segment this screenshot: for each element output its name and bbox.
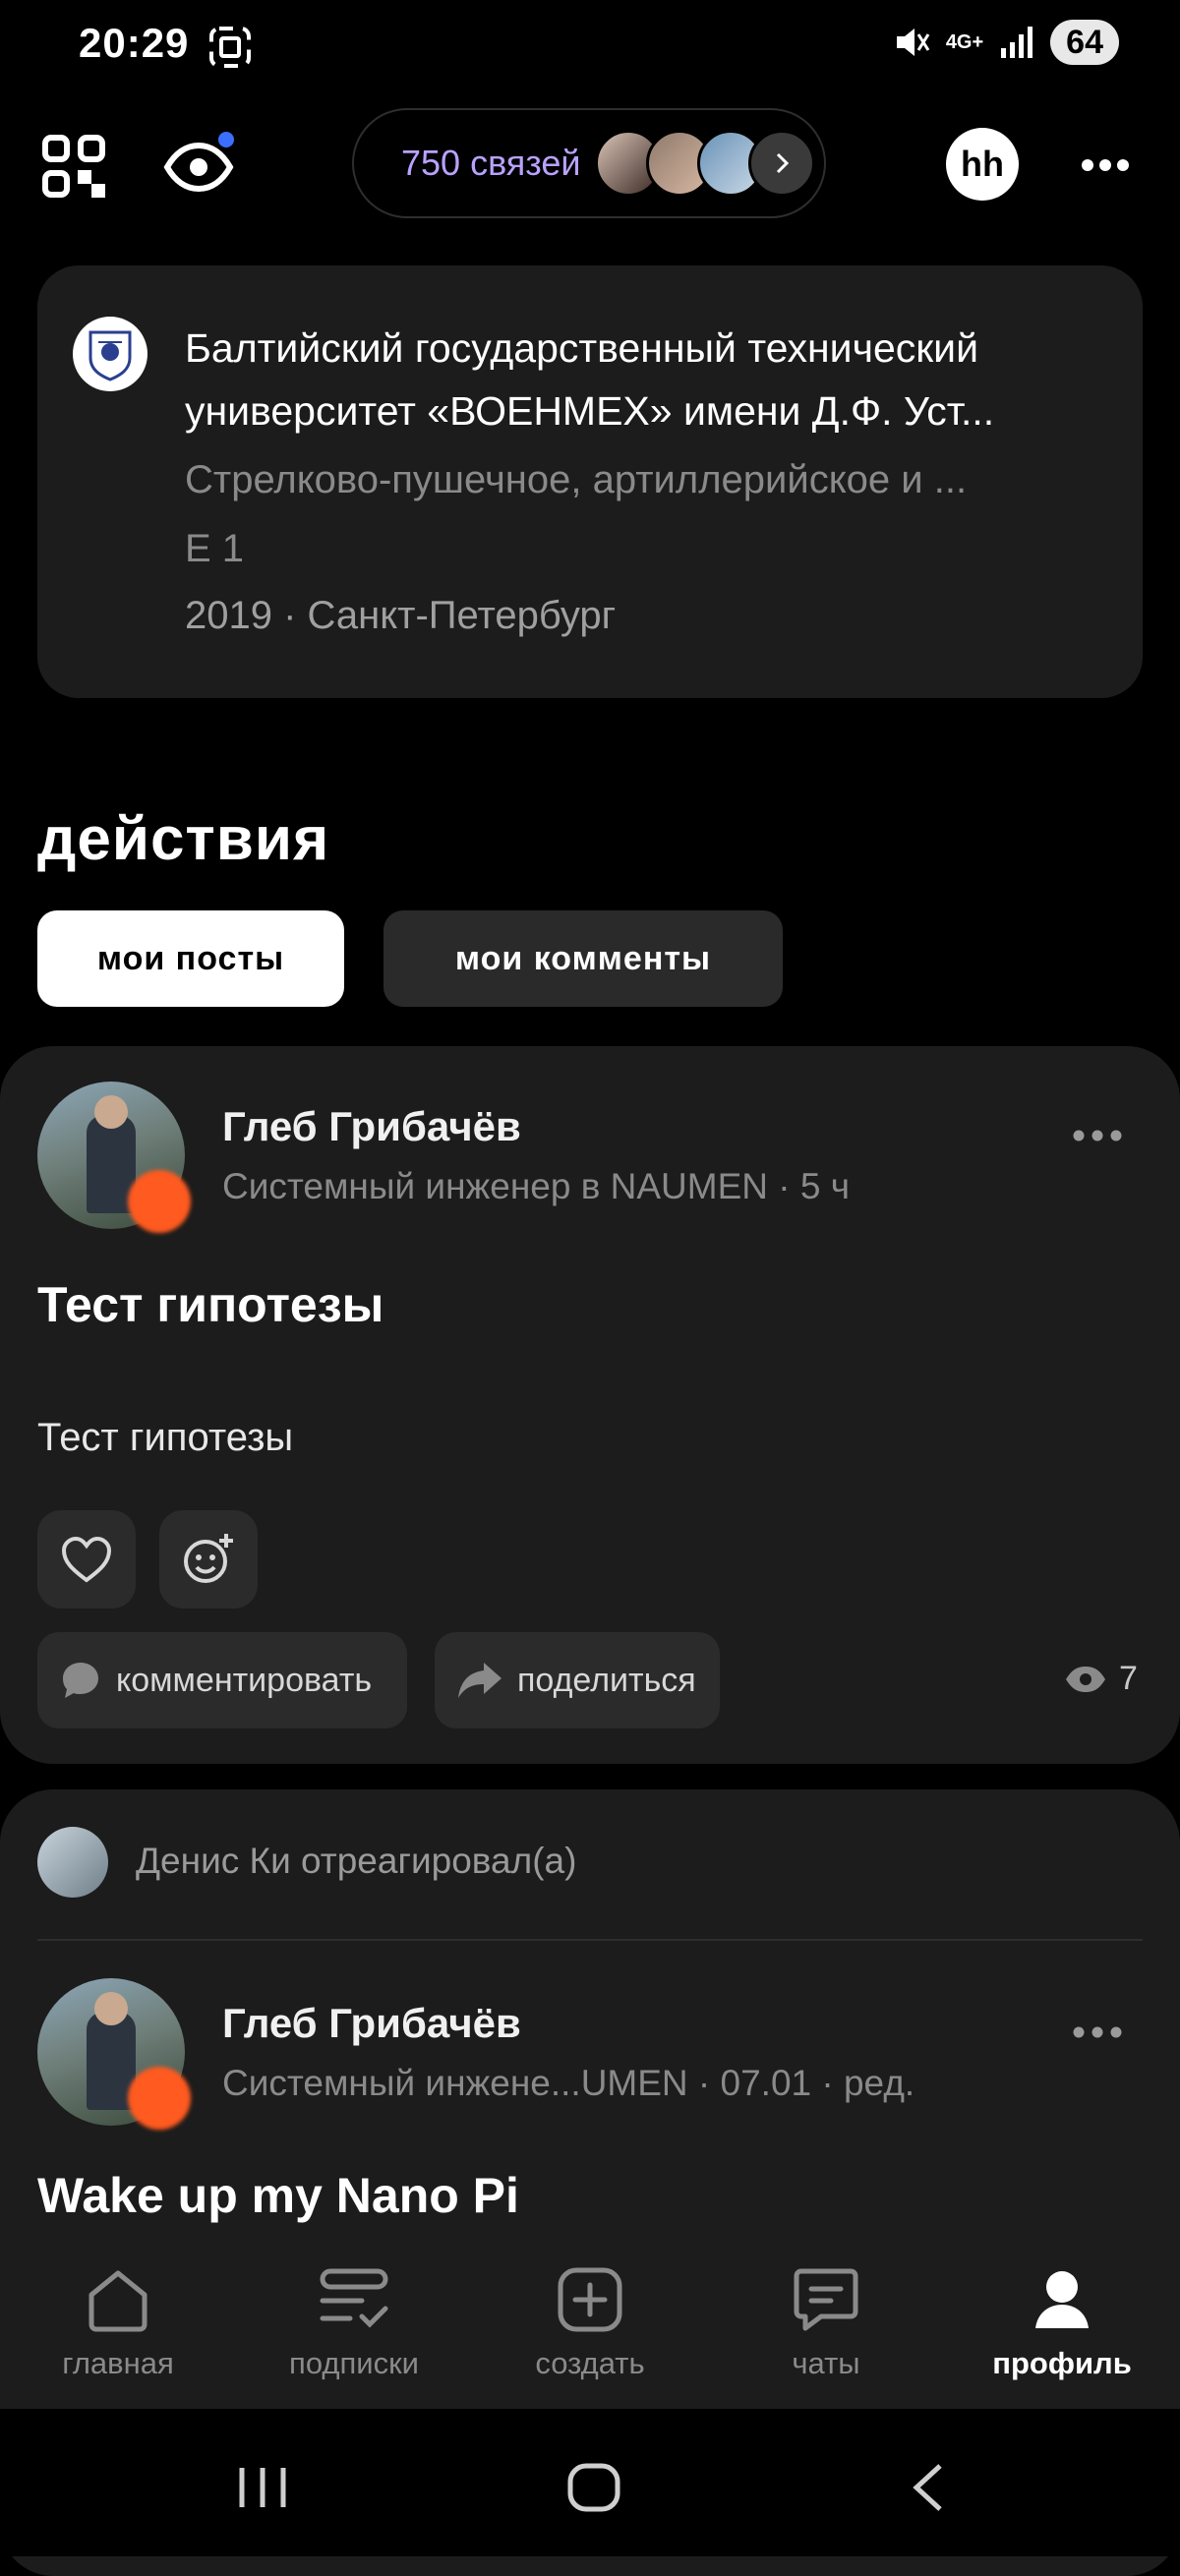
hh-profile-badge[interactable]: hh	[946, 128, 1019, 201]
nav-profile[interactable]: профиль	[944, 2252, 1180, 2409]
divider	[37, 1939, 1143, 1941]
add-reaction-button[interactable]	[159, 1510, 258, 1609]
home-button-icon[interactable]	[566, 2462, 621, 2518]
visibility-eye-icon[interactable]	[159, 128, 238, 206]
comment-label: комментировать	[116, 1661, 373, 1699]
post-author-subtitle: Системный инженер в NAUMEN · 5 ч	[222, 1166, 850, 1206]
system-navigation-bar	[0, 2409, 1180, 2556]
tab-my-posts[interactable]: мои посты	[37, 910, 344, 1007]
status-icons: 4G+ 64	[891, 20, 1119, 65]
reaction-text: Денис Ки отреагировал(а)	[136, 1841, 577, 1881]
nav-chats[interactable]: чаты	[708, 2252, 944, 2409]
signal-icon	[1001, 27, 1033, 58]
comment-icon	[63, 1663, 98, 1698]
screenshot-indicator-icon	[208, 26, 252, 74]
back-icon[interactable]	[909, 2462, 948, 2518]
nav-home-label: главная	[62, 2346, 174, 2380]
comment-button[interactable]: комментировать	[37, 1632, 407, 1728]
author-status-badge	[128, 1170, 191, 1233]
faculty-name: Стрелково-пушечное, артиллерийское и ...	[185, 458, 968, 501]
post-author-subtitle: Системный инжене...UMEN · 07.01 · ред.	[222, 2063, 915, 2103]
education-card[interactable]: Балтийский государственный технический у…	[37, 265, 1143, 698]
eye-icon	[1066, 1666, 1105, 1692]
subscriptions-icon	[320, 2268, 388, 2328]
nav-create-label: создать	[535, 2346, 645, 2380]
add-emoji-icon	[184, 1534, 233, 1583]
share-label: поделиться	[517, 1661, 696, 1699]
connections-avatars	[594, 130, 815, 197]
chat-icon	[794, 2268, 858, 2331]
bottom-navigation: главная подписки создать чаты профиль	[0, 2252, 1180, 2409]
author-status-badge	[128, 2067, 191, 2130]
status-time: 20:29	[79, 20, 190, 66]
nav-home[interactable]: главная	[0, 2252, 236, 2409]
heart-icon	[61, 1536, 112, 1583]
recent-apps-icon[interactable]	[236, 2464, 289, 2516]
post-title: Тест гипотезы	[37, 1277, 384, 1332]
views-count: 7	[1119, 1660, 1138, 1697]
nav-subscriptions[interactable]: подписки	[236, 2252, 472, 2409]
tab-my-comments[interactable]: мои комменты	[384, 910, 783, 1007]
post-more-icon[interactable]	[1072, 1129, 1123, 1147]
share-button[interactable]: поделиться	[435, 1632, 720, 1728]
connections-pill[interactable]: 750 связей	[352, 108, 826, 218]
university-logo	[73, 317, 148, 391]
create-icon	[558, 2267, 622, 2332]
qr-code-icon[interactable]	[39, 132, 108, 201]
home-icon	[88, 2270, 148, 2332]
university-name: Балтийский государственный технический у…	[185, 325, 995, 434]
nav-profile-label: профиль	[992, 2346, 1132, 2380]
post-more-icon[interactable]	[1072, 2025, 1123, 2044]
profile-icon	[1035, 2271, 1089, 2328]
post-author[interactable]: Глеб Грибачёв	[222, 2000, 521, 2047]
views-counter: 7	[1064, 1660, 1138, 1698]
chevron-right-icon	[747, 130, 815, 197]
post-card: Глеб Грибачёв Системный инженер в NAUMEN…	[0, 1046, 1180, 1764]
actions-heading: действия	[37, 805, 330, 873]
study-group: Е 1	[185, 527, 245, 570]
more-options-icon[interactable]	[1076, 138, 1135, 193]
post-body: Тест гипотезы	[37, 1416, 294, 1459]
nav-chats-label: чаты	[792, 2346, 860, 2380]
network-type: 4G+	[945, 30, 984, 53]
nav-create[interactable]: создать	[472, 2252, 708, 2409]
connections-label: 750 связей	[401, 143, 581, 183]
battery-indicator: 64	[1050, 20, 1119, 65]
like-button[interactable]	[37, 1510, 136, 1609]
nav-subscriptions-label: подписки	[289, 2346, 419, 2380]
share-icon	[458, 1663, 502, 1698]
reactor-avatar[interactable]	[37, 1827, 108, 1898]
post-title: Wake up my Nano Pi	[37, 2168, 519, 2223]
mute-icon	[896, 29, 930, 56]
year-city: 2019 · Санкт-Петербург	[185, 594, 617, 637]
post-author[interactable]: Глеб Грибачёв	[222, 1103, 521, 1150]
